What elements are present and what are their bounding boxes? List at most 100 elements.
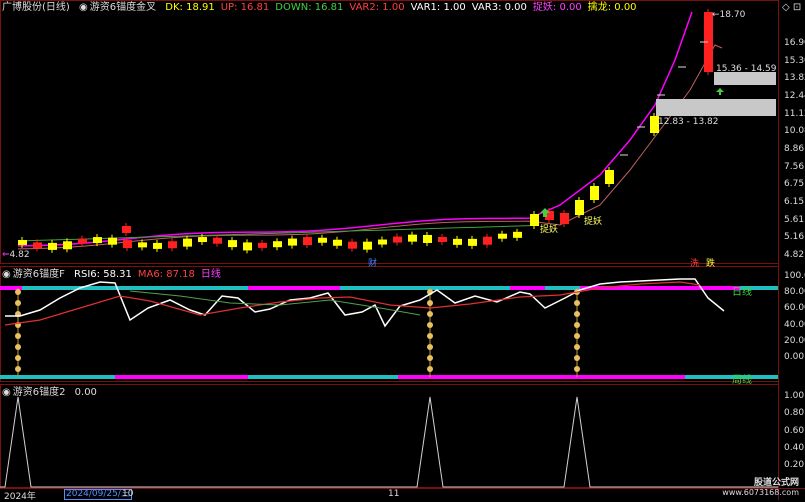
axis-tick: 0.40 — [784, 442, 805, 453]
top-right-controls[interactable]: ◇ ⊡ — [782, 2, 801, 13]
indicator-dot-icon: ◉ — [79, 2, 88, 13]
candle — [590, 186, 599, 200]
signal-marker-dot — [574, 344, 580, 350]
axis-tick: 15.36 — [784, 55, 805, 66]
axis-tick: 11.12 — [784, 108, 805, 119]
signal-marker-dot — [427, 366, 433, 372]
signal-marker-dot — [574, 300, 580, 306]
candle — [363, 241, 372, 250]
axis-month-10: 10 — [122, 489, 134, 499]
signal-marker-dot — [15, 366, 21, 372]
axis-tick: 80.00 — [784, 287, 805, 298]
candle — [378, 239, 387, 245]
signal-header: ◉ 游资6锚度2 0.00 — [2, 386, 103, 400]
diamond-icon[interactable]: ◇ — [782, 2, 790, 13]
signal-marker-dot — [15, 289, 21, 295]
signal-marker-dot — [427, 322, 433, 328]
window-icon[interactable]: ⊡ — [793, 2, 801, 13]
vol-label-die: 跌 — [706, 259, 716, 269]
watermark: 股道公式网 www.6073168.com — [722, 478, 799, 497]
rsi-values: RSI6: 58.31 MA6: 87.18 日线 — [74, 269, 227, 280]
candle — [93, 237, 102, 244]
vol-label-cai: 财 — [368, 259, 378, 269]
band-bottom-magenta — [115, 375, 248, 379]
signal-spikes — [0, 396, 778, 488]
candle — [213, 237, 222, 244]
candle — [408, 234, 417, 242]
candle — [168, 241, 177, 249]
candle — [122, 226, 131, 233]
axis-tick: 0.20 — [784, 460, 805, 470]
signal-marker-dot — [15, 344, 21, 350]
moving-average-lines — [17, 11, 723, 250]
indicator-value-5: VAR3: 0.00 — [471, 2, 527, 13]
indicator-value-0: DK: 18.91 — [165, 2, 215, 13]
signal-marker-dot — [427, 355, 433, 361]
candle — [393, 236, 402, 243]
candle — [530, 214, 539, 226]
axis-tick: 1.00 — [784, 391, 805, 401]
rsi-indicator-name[interactable]: 游资6锚度F — [13, 269, 65, 280]
weekly-label: 周线 — [732, 375, 752, 386]
stock-name[interactable]: 广博股份(日线) — [2, 2, 70, 13]
candle — [513, 231, 522, 238]
axis-tick: 5.61 — [784, 214, 805, 225]
candle — [108, 237, 117, 245]
candle — [228, 240, 237, 248]
axis-tick: 20.00 — [784, 335, 805, 346]
candle — [438, 237, 447, 243]
candle — [348, 241, 357, 249]
axis-tick: 5.16 — [784, 232, 805, 243]
axis-tick: 12.44 — [784, 91, 805, 101]
signal-marker-dot — [574, 311, 580, 317]
green-down-arrow — [716, 88, 724, 95]
axis-tick: 10.08 — [784, 126, 805, 137]
candle — [423, 234, 432, 243]
signal-indicator-name[interactable]: 游资6锚度2 — [13, 387, 66, 398]
indicator-value-0: RSI6: 58.31 — [74, 269, 132, 280]
axis-tick: 40.00 — [784, 319, 805, 330]
indicator-values: DK: 18.91 UP: 16.81 DOWN: 16.81 VAR2: 1.00 V… — [165, 2, 642, 13]
main-header: 广博股份(日线) ◉ 游资6锚度金叉 DK: 18.91 UP: 16.81 DOWN… — [2, 1, 649, 15]
axis-tick: 8.86 — [784, 144, 805, 154]
signal-marker-dot — [427, 311, 433, 317]
signal-marker-dot — [15, 300, 21, 306]
signal-label-1: 捉妖 — [540, 225, 559, 235]
axis-tick: 0.60 — [784, 425, 805, 436]
candle — [575, 200, 584, 215]
band-bottom-magenta — [398, 375, 685, 379]
candle — [258, 242, 267, 248]
indicator-value-4: VAR1: 1.00 — [410, 2, 466, 13]
candle — [273, 241, 282, 248]
signal-marker-dot — [574, 355, 580, 361]
axis-month-11: 11 — [388, 489, 400, 499]
signal-marker-dot — [15, 355, 21, 361]
candle — [153, 242, 162, 249]
candle — [183, 238, 192, 247]
signal-marker-dot — [574, 333, 580, 339]
range-label-upper: 15.36 - 14.59 — [716, 64, 777, 74]
axis-tick: 16.90 — [784, 38, 805, 48]
candle — [453, 238, 462, 245]
candle — [303, 237, 312, 246]
candle — [138, 242, 147, 248]
axis-tick: 0.00 — [784, 352, 805, 362]
candle — [483, 236, 492, 245]
candle — [243, 242, 252, 251]
axis-tick: 4.82 — [784, 250, 805, 260]
price-high-label: ←18.70 — [712, 10, 746, 20]
indicator-value-6: 捉妖: 0.00 — [532, 2, 582, 13]
indicator-value-7: 擒龙: 0.00 — [587, 2, 637, 13]
candle — [288, 238, 297, 246]
candle — [605, 170, 614, 184]
indicator-name[interactable]: 游资6锚度金叉 — [90, 2, 156, 13]
indicator-value-2: 日线 — [200, 269, 221, 280]
chart-canvas — [0, 0, 805, 500]
signal-marker-dot — [427, 344, 433, 350]
candle — [78, 238, 87, 244]
candle — [33, 242, 42, 249]
candle — [333, 239, 342, 246]
axis-tick: 100.0 — [784, 271, 805, 281]
candle — [318, 237, 327, 243]
signal-marker-dot — [427, 333, 433, 339]
